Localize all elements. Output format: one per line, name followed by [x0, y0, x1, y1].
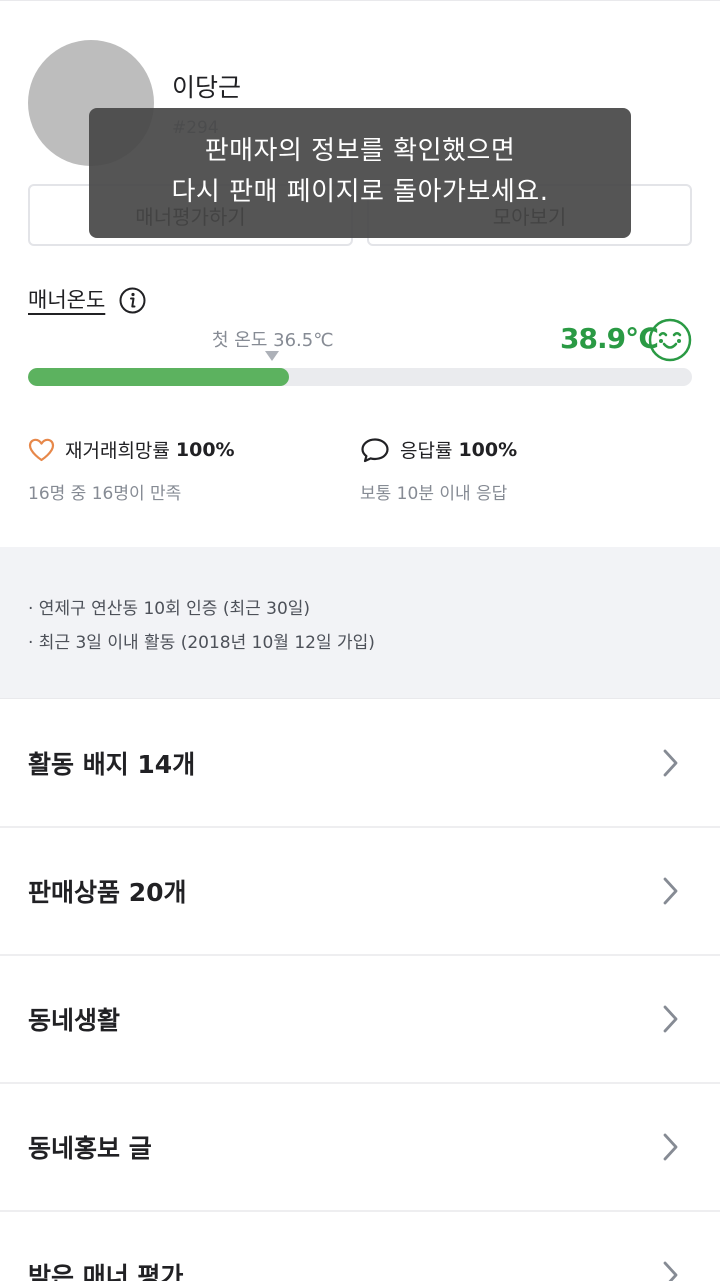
response-label: 응답률 — [400, 440, 453, 462]
response-sub: 보통 10분 이내 응답 — [360, 484, 508, 504]
menu-row-products[interactable]: 판매상품 20개 — [0, 828, 720, 956]
manner-temp-bar — [28, 368, 692, 386]
menu-row-received-reviews[interactable]: 받은 매너 평가 — [0, 1212, 720, 1281]
manner-temp-label[interactable]: 매너온도 — [28, 284, 105, 314]
info-line-verification: · 연제구 연산동 10회 인증 (최근 30일) — [28, 599, 311, 619]
response-value: 100% — [458, 438, 518, 461]
nickname: 이당근 — [172, 73, 242, 102]
rehire-sub: 16명 중 16명이 만족 — [28, 484, 182, 504]
rehire-label: 재거래희망률 — [65, 440, 170, 462]
toast-line-2: 다시 판매 페이지로 돌아가보세요. — [171, 177, 549, 207]
chevron-right-icon — [663, 1133, 678, 1161]
menu-label: 활동 배지 14개 — [28, 750, 196, 779]
rehire-rate: 재거래희망률 100% — [28, 436, 235, 463]
temp-value: 38.9℃ — [560, 322, 659, 355]
info-line-activity: · 최근 3일 이내 활동 (2018년 10월 12일 가입) — [28, 633, 375, 653]
menu-row-neighborhood-promo[interactable]: 동네홍보 글 — [0, 1084, 720, 1212]
first-temp-label: 첫 온도 36.5℃ — [212, 330, 334, 351]
chevron-right-icon — [663, 749, 678, 777]
menu-label: 받은 매너 평가 — [28, 1262, 184, 1281]
menu-row-neighborhood-life[interactable]: 동네생활 — [0, 956, 720, 1084]
response-rate: 응답률 100% — [360, 436, 517, 463]
info-icon[interactable] — [119, 287, 146, 314]
menu-label: 판매상품 20개 — [28, 878, 187, 907]
chevron-right-icon — [663, 1261, 678, 1281]
activity-info-box — [0, 547, 720, 699]
menu-label: 동네생활 — [28, 1006, 121, 1035]
toast-message: 판매자의 정보를 확인했으면 다시 판매 페이지로 돌아가보세요. — [89, 108, 631, 238]
chevron-right-icon — [663, 877, 678, 905]
first-temp-marker — [265, 351, 279, 361]
menu-row-badges[interactable]: 활동 배지 14개 — [0, 700, 720, 828]
rehire-value: 100% — [175, 438, 235, 461]
manner-temp-bar-fill — [28, 368, 289, 386]
smile-face-icon — [648, 318, 692, 362]
menu-label: 동네홍보 글 — [28, 1134, 152, 1163]
chevron-right-icon — [663, 1005, 678, 1033]
chat-bubble-icon — [361, 437, 389, 462]
toast-line-1: 판매자의 정보를 확인했으면 — [204, 136, 516, 166]
heart-icon — [28, 438, 55, 461]
top-divider — [0, 0, 720, 1]
